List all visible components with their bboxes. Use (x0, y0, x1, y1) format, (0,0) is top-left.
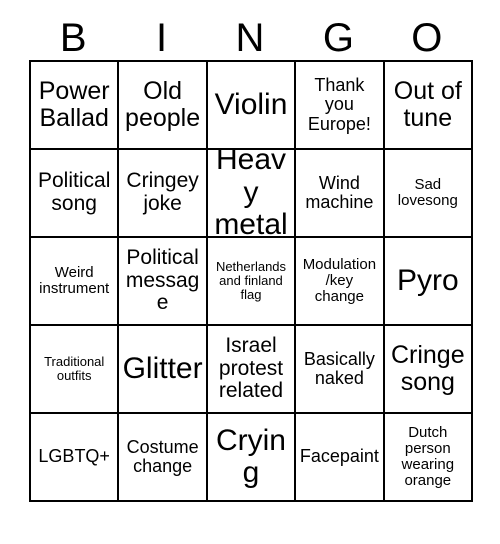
bingo-header-letter-g: G (322, 16, 354, 60)
bingo-cell[interactable]: Old people (119, 62, 208, 150)
bingo-cell-label: Crying (215, 423, 286, 489)
bingo-cell-label: Traditional outfits (44, 353, 105, 383)
bingo-cell[interactable]: Weird instrument (31, 238, 120, 326)
bingo-cell[interactable]: Heavy metal (207, 150, 297, 238)
bingo-cell-label: Cringe song (390, 341, 465, 396)
bingo-cell-label: Pyro (396, 263, 459, 297)
bingo-cell-label: Glitter (122, 351, 203, 385)
bingo-cell-label: Netherlands and finland flag (215, 258, 287, 303)
bingo-cell-label: Political song (38, 169, 111, 215)
bingo-cell-label: Out of tune (393, 77, 462, 132)
bingo-header-letter-o: O (411, 16, 443, 60)
bingo-header-letter-b: B (59, 16, 87, 60)
bingo-cell-label: Facepaint (299, 446, 379, 467)
bingo-cell-label: Costume change (126, 436, 199, 476)
bingo-header-letter-i: I (156, 16, 168, 60)
bingo-cell[interactable]: Sad lovesong (384, 150, 473, 238)
bingo-cell[interactable]: Netherlands and finland flag (207, 238, 297, 326)
bingo-header-letter-n: N (235, 16, 265, 60)
bingo-cell-label: LGBTQ+ (38, 446, 110, 467)
bingo-cell[interactable]: LGBTQ+ (31, 414, 120, 502)
bingo-cell[interactable]: Facepaint (296, 414, 385, 502)
bingo-cell-label: Violin (214, 87, 288, 121)
bingo-cell[interactable]: Cringe song (384, 326, 473, 414)
bingo-cell[interactable]: Political song (31, 150, 120, 238)
bingo-cell-label: Heavy metal (214, 150, 288, 238)
bingo-cell-label: Modulation /key change (302, 255, 377, 306)
bingo-cell[interactable]: Dutch person wearing orange (384, 414, 473, 502)
bingo-cell[interactable]: Cringey joke (119, 150, 208, 238)
bingo-cell[interactable]: Basically naked (296, 326, 385, 414)
bingo-cell[interactable]: Political message (119, 238, 208, 326)
bingo-cell-label: Sad lovesong (397, 175, 458, 209)
bingo-cell-label: Old people (125, 77, 201, 132)
bingo-grid: Power Ballad Old people Violin Thank you Eu… (29, 60, 473, 502)
bingo-cell-label: Cringey joke (126, 169, 199, 215)
bingo-cell[interactable]: Pyro (384, 238, 473, 326)
bingo-cell-label: Political message (125, 245, 200, 315)
bingo-cell[interactable]: Thank you Europe! (296, 62, 385, 150)
bingo-cell[interactable]: Glitter (119, 326, 208, 414)
bingo-cell-label: Weird instrument (39, 263, 110, 297)
bingo-cell[interactable]: Violin (207, 62, 297, 150)
bingo-cell-label: Basically naked (303, 348, 375, 388)
bingo-cell[interactable]: Power Ballad (31, 62, 120, 150)
bingo-header-row: B I N G O (29, 16, 471, 60)
bingo-cell-label: Power Ballad (38, 77, 110, 132)
bingo-cell-label: Wind machine (305, 172, 374, 212)
bingo-cell-label: Dutch person wearing orange (401, 423, 455, 490)
bingo-cell-label: Thank you Europe! (307, 74, 371, 134)
bingo-cell-label: Israel protest related (218, 333, 284, 403)
bingo-cell[interactable]: Out of tune (384, 62, 473, 150)
bingo-cell[interactable]: Traditional outfits (31, 326, 120, 414)
bingo-card: B I N G O Power Ballad Old people Violin Th… (29, 16, 473, 502)
bingo-cell[interactable]: Crying (207, 414, 297, 502)
bingo-cell[interactable]: Modulation /key change (296, 238, 385, 326)
bingo-cell[interactable]: Israel protest related (207, 326, 297, 414)
bingo-cell[interactable]: Costume change (119, 414, 208, 502)
bingo-cell[interactable]: Wind machine (296, 150, 385, 238)
